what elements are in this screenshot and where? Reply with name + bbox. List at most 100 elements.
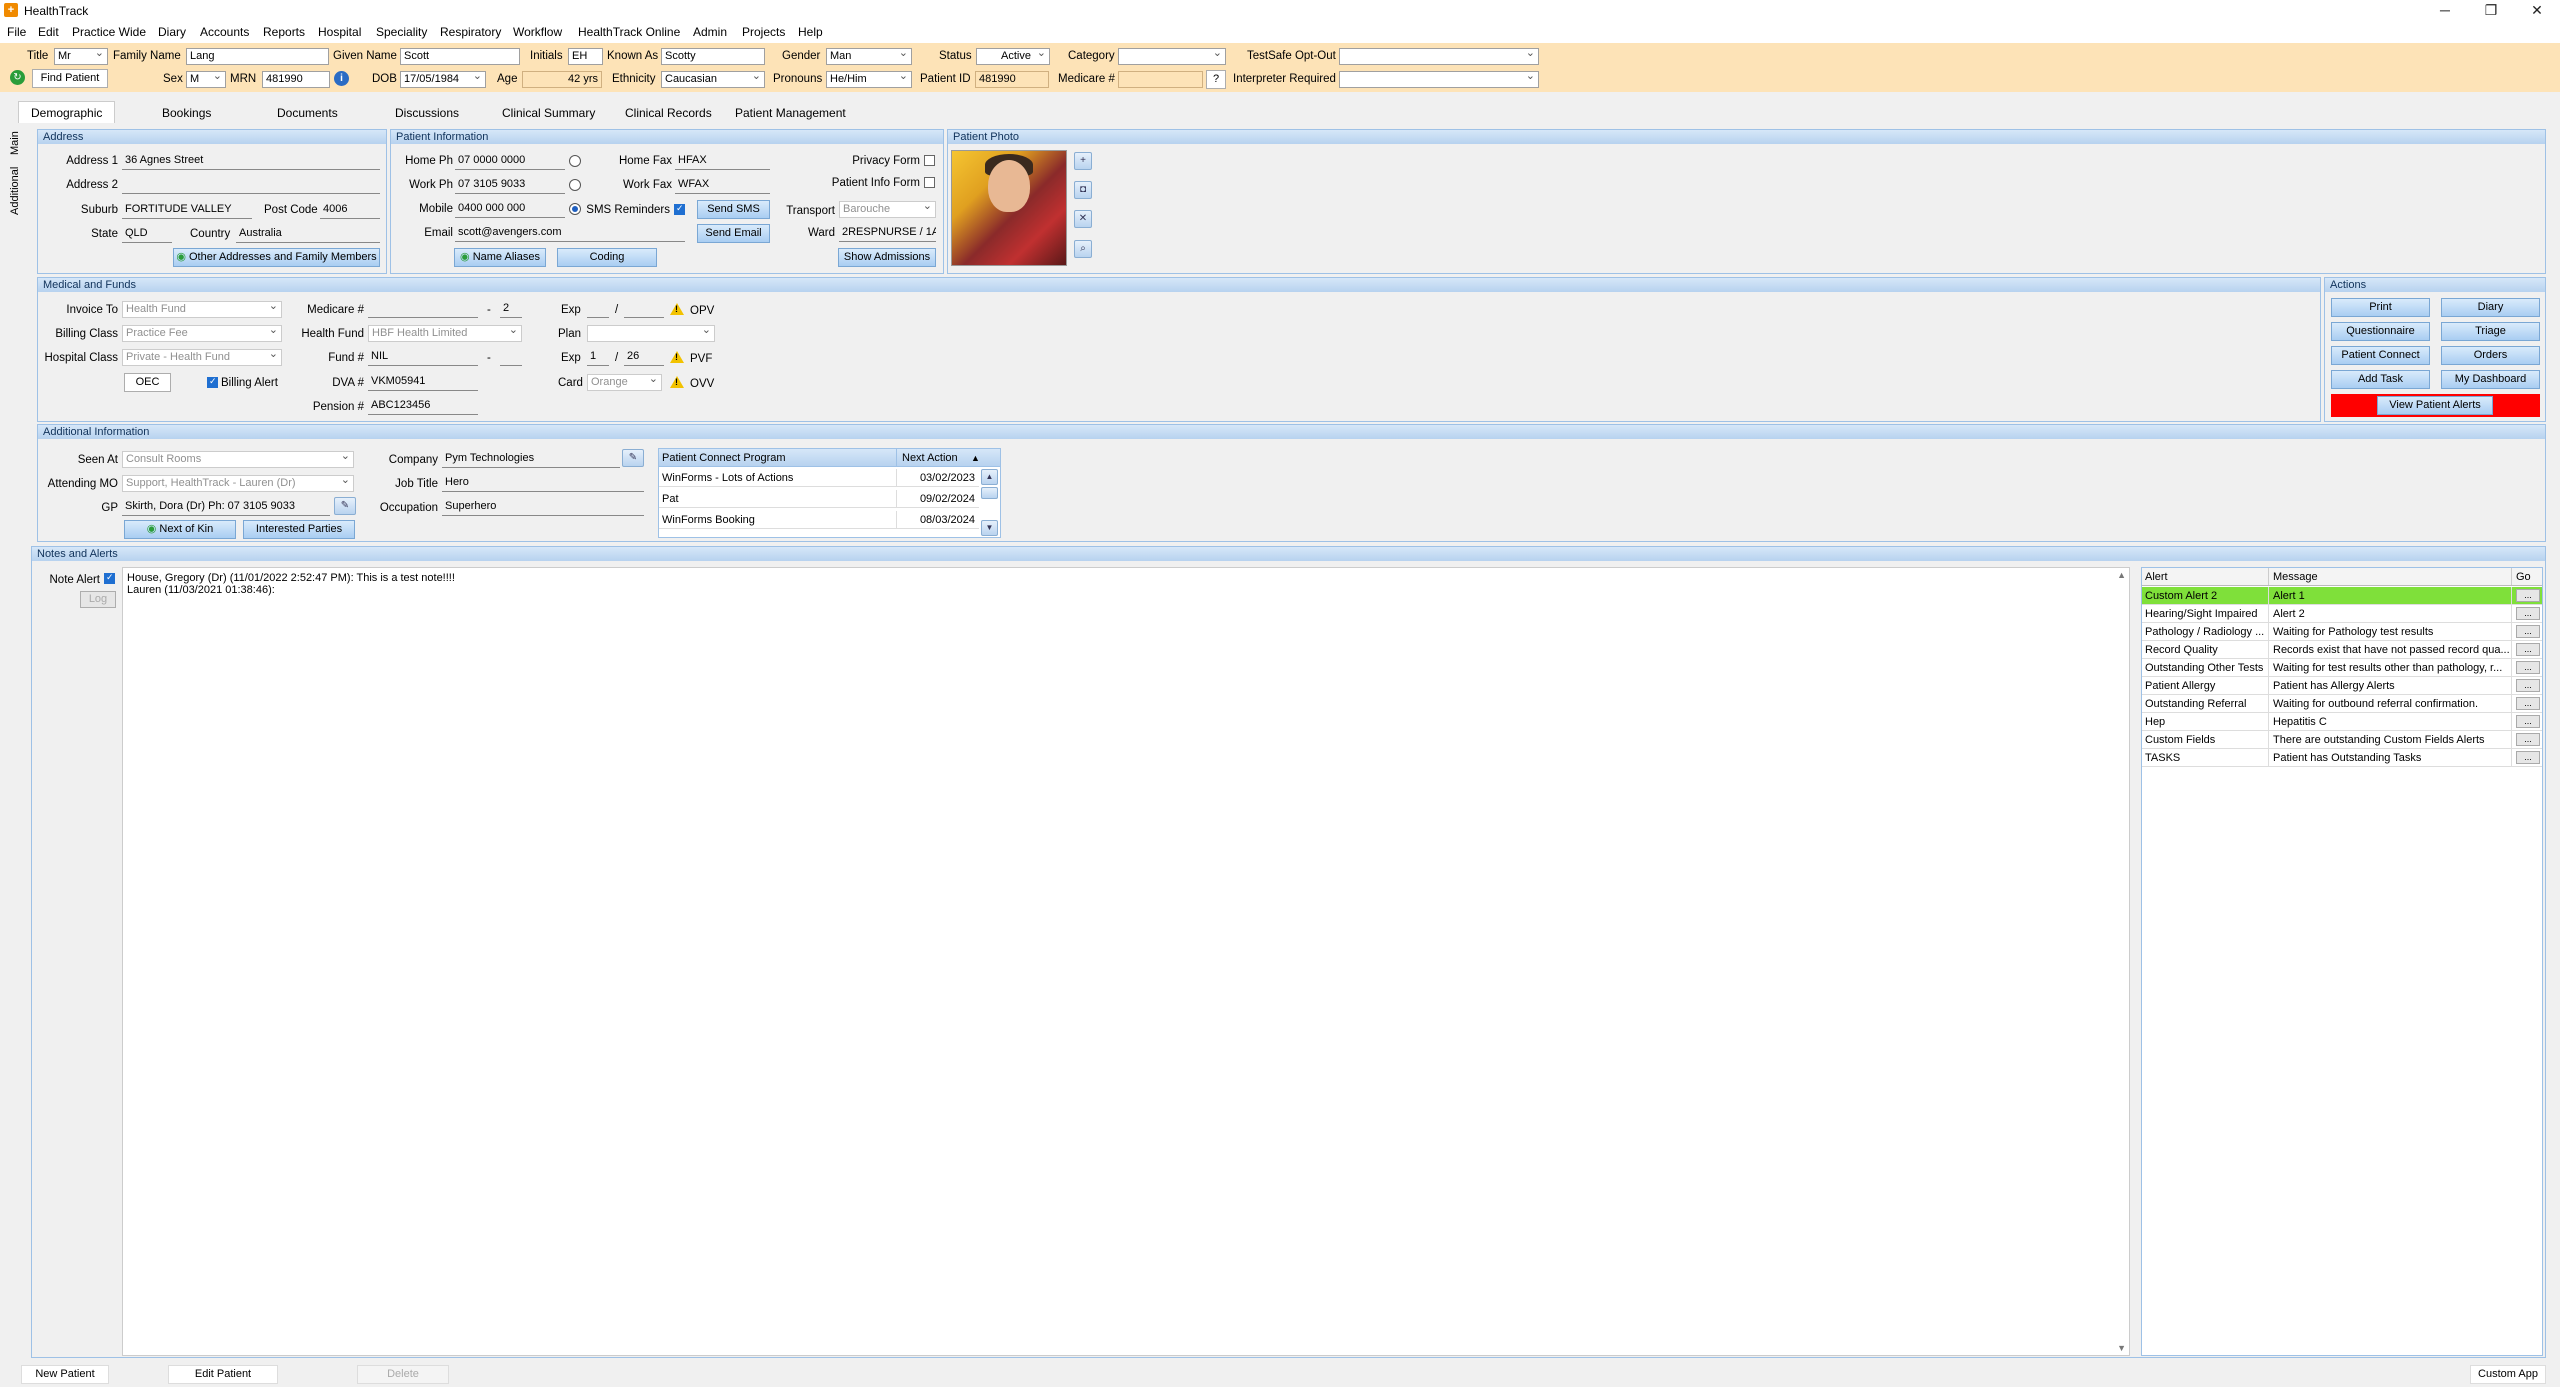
work-fax-input[interactable]: WFAX (675, 177, 770, 194)
occupation-input[interactable]: Superhero (442, 499, 644, 516)
triage-button[interactable]: Triage (2441, 322, 2540, 341)
menu-help[interactable]: Help (798, 25, 823, 39)
go-button[interactable]: ... (2516, 643, 2540, 656)
go-column-header[interactable]: Go (2513, 568, 2542, 585)
pension-input[interactable]: ABC123456 (368, 398, 478, 415)
custom-app-button[interactable]: Custom App (2470, 1365, 2546, 1384)
side-tab-additional[interactable]: Additional (9, 167, 21, 215)
title-select[interactable]: Mr (54, 48, 108, 65)
dva-input[interactable]: VKM05941 (368, 374, 478, 391)
work-ph-input[interactable]: 07 3105 9033 (455, 177, 565, 194)
category-select[interactable] (1118, 48, 1226, 65)
close-button[interactable]: ✕ (2514, 0, 2560, 21)
alert-row[interactable]: Outstanding Referral Waiting for outbound… (2142, 695, 2542, 713)
job-title-input[interactable]: Hero (442, 475, 644, 492)
plan-select[interactable] (587, 325, 715, 342)
scroll-up-icon[interactable]: ▲ (2117, 570, 2126, 580)
menu-speciality[interactable]: Speciality (376, 25, 427, 39)
scroll-up-icon[interactable]: ▲ (981, 469, 998, 485)
country-input[interactable]: Australia (236, 226, 380, 243)
medicare-irn-input[interactable]: 2 (500, 301, 522, 318)
home-fax-input[interactable]: HFAX (675, 153, 770, 170)
sex-select[interactable]: M (186, 71, 226, 88)
privacy-form-checkbox[interactable] (924, 155, 935, 166)
billing-alert-checkbox[interactable] (207, 376, 218, 388)
menu-edit[interactable]: Edit (38, 25, 59, 39)
opv-label[interactable]: OPV (690, 305, 714, 317)
alert-row[interactable]: TASKS Patient has Outstanding Tasks... (2142, 749, 2542, 767)
home-ph-preferred-radio[interactable] (569, 155, 581, 167)
attending-mo-select[interactable]: Support, HealthTrack - Lauren (Dr) (122, 475, 354, 492)
alert-row[interactable]: Custom Fields There are outstanding Custo… (2142, 731, 2542, 749)
menu-respiratory[interactable]: Respiratory (440, 25, 501, 39)
go-button[interactable]: ... (2516, 751, 2540, 764)
tab-demographic[interactable]: Demographic (18, 101, 116, 123)
menu-hospital[interactable]: Hospital (318, 25, 361, 39)
testsafe-select[interactable] (1339, 48, 1539, 65)
home-ph-input[interactable]: 07 0000 0000 (455, 153, 565, 170)
pvf-label[interactable]: PVF (690, 353, 712, 365)
company-input[interactable]: Pym Technologies (442, 451, 620, 468)
ovv-label[interactable]: OVV (690, 378, 714, 390)
next-of-kin-button[interactable]: ◉ Next of Kin (124, 520, 236, 539)
show-admissions-button[interactable]: Show Admissions (838, 248, 936, 267)
alert-row[interactable]: Pathology / Radiology ... Waiting for Pat… (2142, 623, 2542, 641)
scroll-down-icon[interactable]: ▼ (2117, 1343, 2126, 1353)
mrn-input[interactable]: 481990 (262, 71, 330, 88)
alert-row[interactable]: Record Quality Records exist that have no… (2142, 641, 2542, 659)
exp2-month-input[interactable]: 1 (587, 349, 609, 366)
table-row[interactable]: WinForms - Lots of Actions 03/02/2023 (659, 469, 979, 487)
alert-row[interactable]: Hep Hepatitis C... (2142, 713, 2542, 731)
maximize-button[interactable]: ❐ (2468, 0, 2514, 21)
given-name-input[interactable]: Scott (400, 48, 520, 65)
coding-button[interactable]: Coding (557, 248, 657, 267)
delete-photo-icon[interactable]: ✕ (1074, 210, 1092, 228)
interested-parties-button[interactable]: Interested Parties (243, 520, 355, 539)
print-button[interactable]: Print (2331, 298, 2430, 317)
minimize-button[interactable]: ─ (2422, 0, 2468, 21)
email-input[interactable]: scott@avengers.com (455, 225, 685, 242)
known-as-input[interactable]: Scotty (661, 48, 765, 65)
tab-bookings[interactable]: Bookings (162, 106, 211, 120)
diary-button[interactable]: Diary (2441, 298, 2540, 317)
side-tab-main[interactable]: Main (9, 131, 21, 155)
menu-file[interactable]: File (7, 25, 26, 39)
transport-select[interactable]: Barouche (839, 201, 936, 218)
tab-clinical-summary[interactable]: Clinical Summary (502, 106, 595, 120)
table-row[interactable]: Pat 09/02/2024 (659, 490, 979, 508)
go-button[interactable]: ... (2516, 625, 2540, 638)
suburb-input[interactable]: FORTITUDE VALLEY (122, 202, 252, 219)
go-button[interactable]: ... (2516, 697, 2540, 710)
address2-input[interactable] (122, 177, 380, 194)
medicare-input[interactable] (368, 301, 478, 318)
alert-column-header[interactable]: Alert (2142, 568, 2269, 585)
questionnaire-button[interactable]: Questionnaire (2331, 322, 2430, 341)
alert-row[interactable]: Custom Alert 2 Alert 1... (2142, 587, 2542, 605)
orders-button[interactable]: Orders (2441, 346, 2540, 365)
table-row[interactable]: WinForms Booking 08/03/2024 (659, 511, 979, 529)
go-button[interactable]: ... (2516, 607, 2540, 620)
scroll-thumb[interactable] (981, 487, 998, 499)
pronouns-select[interactable]: He/Him (826, 71, 912, 88)
exp2-year-input[interactable]: 26 (624, 349, 664, 366)
mobile-preferred-radio[interactable] (569, 203, 581, 215)
mobile-input[interactable]: 0400 000 000 (455, 201, 565, 218)
edit-company-icon[interactable]: ✎ (622, 449, 644, 467)
tab-patient-management[interactable]: Patient Management (735, 106, 846, 120)
other-addresses-button[interactable]: ◉ Other Addresses and Family Members (173, 248, 380, 267)
tab-discussions[interactable]: Discussions (395, 106, 459, 120)
zoom-photo-icon[interactable]: ⌕ (1074, 240, 1092, 258)
tab-documents[interactable]: Documents (277, 106, 338, 120)
menu-diary[interactable]: Diary (158, 25, 186, 39)
menu-admin[interactable]: Admin (693, 25, 727, 39)
family-name-input[interactable]: Lang (186, 48, 329, 65)
health-fund-select[interactable]: HBF Health Limited (368, 325, 522, 342)
view-patient-alerts-button[interactable]: View Patient Alerts (2377, 396, 2493, 415)
address1-input[interactable]: 36 Agnes Street (122, 153, 380, 170)
billing-class-select[interactable]: Practice Fee (122, 325, 282, 342)
patient-info-form-checkbox[interactable] (924, 177, 935, 188)
go-button[interactable]: ... (2516, 733, 2540, 746)
note-alert-checkbox[interactable] (104, 572, 115, 584)
alert-row[interactable]: Hearing/Sight Impaired Alert 2... (2142, 605, 2542, 623)
interpreter-select[interactable] (1339, 71, 1539, 88)
